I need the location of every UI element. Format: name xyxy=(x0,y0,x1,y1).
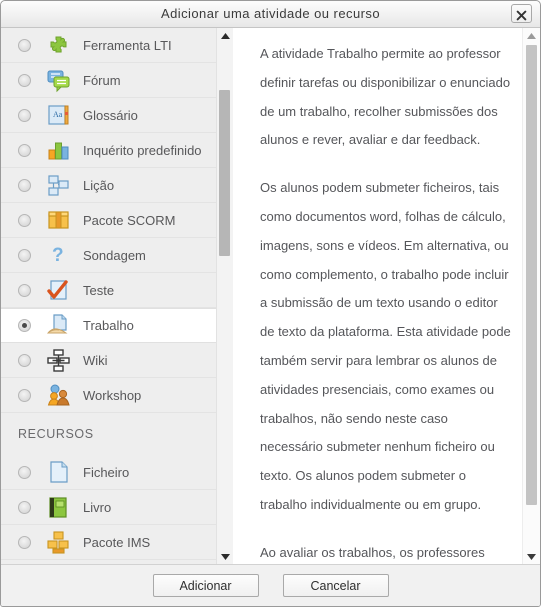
radio-licao[interactable] xyxy=(18,178,31,192)
dialog-footer: Adicionar Cancelar xyxy=(1,564,540,606)
sidebar-item-inquerito-predefinido[interactable]: Inquérito predefinido xyxy=(1,133,221,168)
sidebar-item-label: Ficheiro xyxy=(83,464,130,480)
radio-pacote-ims[interactable] xyxy=(18,535,31,549)
sidebar-item-label: Pacote SCORM xyxy=(83,212,176,228)
cancel-button[interactable]: Cancelar xyxy=(282,574,389,597)
svg-text:Aa: Aa xyxy=(53,110,63,119)
sidebar-item-teste[interactable]: Teste xyxy=(1,273,221,308)
forum-speech-bubbles-icon xyxy=(45,67,72,94)
scroll-down-arrow-icon[interactable] xyxy=(523,549,539,565)
radio-livro[interactable] xyxy=(18,500,31,514)
radio-scorm[interactable] xyxy=(18,213,31,227)
sidebar-item-label: Lição xyxy=(83,177,115,193)
radio-ficheiro[interactable] xyxy=(18,465,31,479)
description-paragraph: Os alunos podem submeter ficheiros, tais… xyxy=(260,180,511,512)
radio-sondagem[interactable] xyxy=(18,248,31,262)
svg-text:?: ? xyxy=(52,245,64,266)
sidebar-item-livro[interactable]: Livro xyxy=(1,490,221,525)
description-paragraph: A atividade Trabalho permite ao professo… xyxy=(260,46,511,148)
sidebar-item-pacote-scorm[interactable]: Pacote SCORM xyxy=(1,203,221,238)
sidebar-item-label: Wiki xyxy=(83,352,108,368)
scorm-package-box-icon xyxy=(45,207,72,234)
list-scrollbar[interactable] xyxy=(216,28,233,565)
assignment-hand-paper-icon xyxy=(45,312,72,339)
section-heading-recursos: RECURSOS xyxy=(18,427,94,441)
sidebar-item-trabalho[interactable]: Trabalho xyxy=(1,308,221,343)
sidebar-item-label: Trabalho xyxy=(83,318,134,333)
activity-list: Ferramenta LTI Fórum Aa Glossário Inquér… xyxy=(1,28,221,565)
close-button[interactable] xyxy=(511,4,532,23)
description-scrollbar[interactable] xyxy=(522,28,540,565)
lti-puzzle-icon xyxy=(45,32,72,59)
lesson-flowchart-icon xyxy=(45,172,72,199)
radio-teste[interactable] xyxy=(18,283,31,297)
glossary-book-icon: Aa xyxy=(45,102,72,129)
sidebar-item-label: Glossário xyxy=(83,107,138,123)
dialog-title: Adicionar uma atividade ou recurso xyxy=(160,6,381,21)
list-scrollbar-thumb[interactable] xyxy=(219,90,230,256)
survey-bar-chart-icon xyxy=(45,137,72,164)
sidebar-item-label: Livro xyxy=(83,499,112,515)
book-green-icon xyxy=(45,494,72,521)
scroll-up-arrow-icon[interactable] xyxy=(217,28,233,44)
sidebar-item-label: Ferramenta LTI xyxy=(83,37,172,53)
sidebar-item-wiki[interactable]: Wiki xyxy=(1,343,221,378)
close-icon xyxy=(516,10,527,20)
activity-list-panel: Ferramenta LTI Fórum Aa Glossário Inquér… xyxy=(1,28,233,565)
description-panel: A atividade Trabalho permite ao professo… xyxy=(247,28,540,565)
sidebar-item-sondagem[interactable]: ? Sondagem xyxy=(1,238,221,273)
add-activity-dialog: Adicionar uma atividade ou recurso Ferra… xyxy=(0,0,541,607)
sidebar-item-label: Pacote IMS xyxy=(83,534,151,550)
workshop-people-icon xyxy=(45,382,72,409)
sidebar-item-glossario[interactable]: Aa Glossário xyxy=(1,98,221,133)
description-text: A atividade Trabalho permite ao professo… xyxy=(260,28,512,565)
choice-question-mark-icon: ? xyxy=(45,242,72,269)
sidebar-item-ficheiro[interactable]: Ficheiro xyxy=(1,455,221,490)
dialog-body: Ferramenta LTI Fórum Aa Glossário Inquér… xyxy=(1,28,540,565)
sidebar-item-label: Inquérito predefinido xyxy=(83,142,202,158)
sidebar-item-workshop[interactable]: Workshop xyxy=(1,378,221,413)
scroll-down-arrow-icon[interactable] xyxy=(217,549,233,565)
sidebar-item-licao[interactable]: Lição xyxy=(1,168,221,203)
sidebar-item-label: Teste xyxy=(83,282,115,298)
file-page-icon xyxy=(45,459,72,486)
radio-forum[interactable] xyxy=(18,73,31,87)
wiki-network-icon xyxy=(45,347,72,374)
description-scrollbar-thumb[interactable] xyxy=(526,45,537,505)
radio-ferramenta-lti[interactable] xyxy=(18,38,31,52)
add-button[interactable]: Adicionar xyxy=(152,574,259,597)
sidebar-item-forum[interactable]: Fórum xyxy=(1,63,221,98)
sidebar-item-ferramenta-lti[interactable]: Ferramenta LTI xyxy=(1,28,221,63)
sidebar-item-label: Fórum xyxy=(83,72,121,88)
description-paragraph: Ao avaliar os trabalhos, os professores … xyxy=(260,544,485,560)
scroll-up-arrow-icon[interactable] xyxy=(523,28,539,44)
sidebar-item-label: Workshop xyxy=(83,387,142,403)
radio-wiki[interactable] xyxy=(18,353,31,367)
radio-glossario[interactable] xyxy=(18,108,31,122)
sidebar-item-label: Sondagem xyxy=(83,247,146,263)
radio-inquerito[interactable] xyxy=(18,143,31,157)
quiz-checkmark-icon xyxy=(45,277,72,304)
panel-divider xyxy=(233,28,247,565)
dialog-titlebar: Adicionar uma atividade ou recurso xyxy=(1,1,540,28)
ims-package-icon xyxy=(45,529,72,556)
radio-workshop[interactable] xyxy=(18,388,31,402)
radio-trabalho[interactable] xyxy=(18,319,31,332)
sidebar-item-pacote-ims[interactable]: Pacote IMS xyxy=(1,525,221,560)
